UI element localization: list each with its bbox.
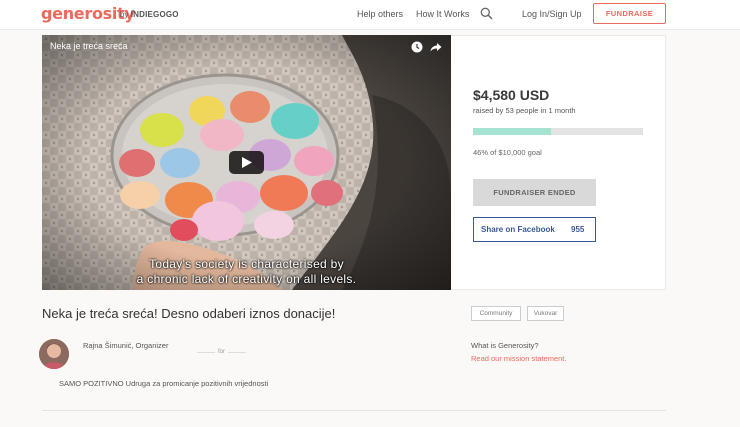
nav-help-others[interactable]: Help others xyxy=(357,9,403,19)
for-label: for xyxy=(218,349,226,355)
organizer-name[interactable]: Rajna Šimunić, Organizer xyxy=(83,341,168,350)
video-subtitle-line-2: a chronic lack of creativity on all leve… xyxy=(136,272,357,286)
mission-statement-link[interactable]: Read our mission statement. xyxy=(471,354,566,363)
indiegogo-brand: INDIEGOGO xyxy=(130,10,179,19)
divider xyxy=(228,352,246,353)
video-subtitle-line-1: Today's society is characterised by xyxy=(149,257,344,271)
what-is-generosity: What is Generosity? xyxy=(471,341,539,350)
progress-fill xyxy=(473,128,552,135)
play-icon xyxy=(242,157,252,168)
avatar[interactable] xyxy=(39,339,69,369)
video-player[interactable]: Neka je treća sreća Today's society is c… xyxy=(42,35,451,290)
fundraise-button[interactable]: FUNDRAISE xyxy=(593,3,666,24)
organizer-photo xyxy=(39,339,69,369)
progress-bar xyxy=(473,128,643,135)
play-button[interactable] xyxy=(229,151,264,174)
divider xyxy=(42,410,666,411)
video-title: Neka je treća sreća xyxy=(50,41,128,51)
campaign-title: Neka je treća sreća! Desno odaberi iznos… xyxy=(42,306,336,321)
facebook-share-count: 955 xyxy=(571,225,585,234)
share-icon[interactable] xyxy=(430,41,442,53)
nav-how-it-works[interactable]: How It Works xyxy=(416,9,469,19)
facebook-share-label: Share on Facebook xyxy=(481,225,555,234)
nav-login-signup[interactable]: Log In/Sign Up xyxy=(522,9,582,19)
tag-community[interactable]: Community xyxy=(471,306,521,321)
share-on-facebook-button[interactable]: Share on Facebook 955 xyxy=(473,217,596,242)
by-text: by xyxy=(120,10,129,19)
site-header: generosity by INDIEGOGO Help others How … xyxy=(0,0,740,30)
raised-amount: $4,580 USD xyxy=(473,87,550,103)
by-indiegogo: by INDIEGOGO xyxy=(120,10,179,19)
donation-panel: $4,580 USD raised by 53 people in 1 mont… xyxy=(451,35,666,290)
tag-vukovar[interactable]: Vukovar xyxy=(527,306,564,321)
beneficiary-name[interactable]: SAMO POZITIVNO Udruga za promicanje pozi… xyxy=(59,379,268,388)
search-icon[interactable] xyxy=(480,7,493,20)
goal-text: 46% of $10,000 goal xyxy=(473,148,542,157)
divider xyxy=(197,352,215,353)
raised-by-text: raised by 53 people in 1 month xyxy=(473,106,576,115)
watch-later-icon[interactable] xyxy=(411,41,423,53)
fundraiser-ended-button: FUNDRAISER ENDED xyxy=(473,179,596,206)
